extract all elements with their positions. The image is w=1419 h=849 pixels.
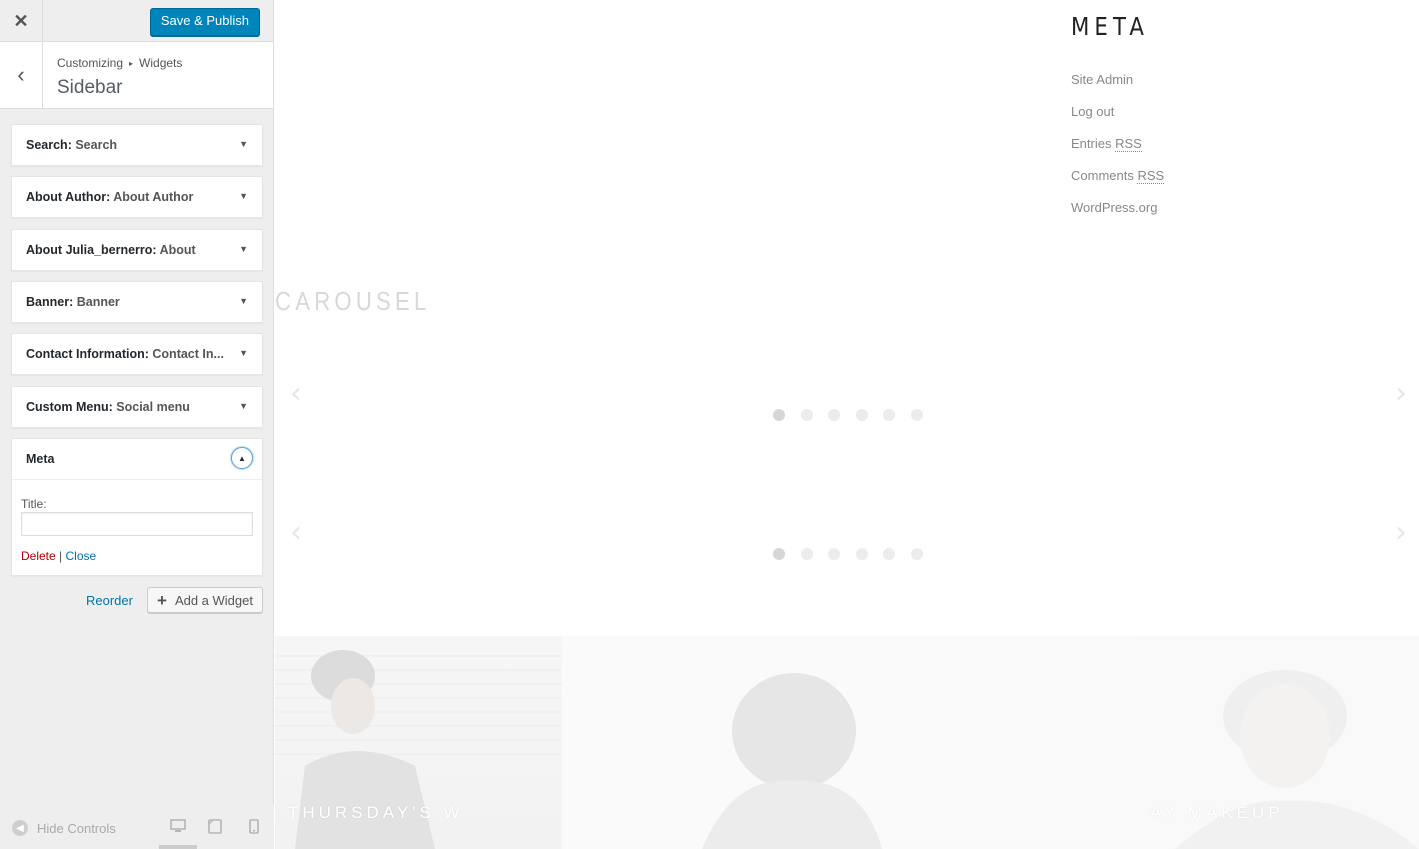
carousel-next-arrow-icon[interactable]: › bbox=[1395, 376, 1407, 411]
carousel-dot[interactable] bbox=[800, 409, 813, 421]
mobile-preview-icon[interactable] bbox=[249, 819, 259, 839]
widget-meta: Meta ▲ Title: Delete | Close bbox=[11, 438, 263, 576]
add-widget-button[interactable]: + Add a Widget bbox=[147, 587, 263, 613]
breadcrumb-item: Widgets bbox=[139, 56, 183, 70]
widget-title: About Julia_bernerro: About bbox=[26, 243, 196, 257]
widget-contact-information[interactable]: Contact Information: Contact In... ▼ bbox=[11, 333, 263, 375]
comments-rss-link[interactable]: Comments RSS bbox=[1071, 168, 1165, 184]
widget-title: Search: Search bbox=[26, 138, 118, 152]
post-image-2[interactable] bbox=[562, 636, 1135, 849]
hide-controls-label: Hide Controls bbox=[37, 820, 116, 836]
breadcrumb: Customizing ▸ Widgets bbox=[57, 56, 182, 70]
caret-up-icon[interactable]: ▲ bbox=[231, 447, 253, 469]
widget-title-input[interactable] bbox=[21, 512, 253, 536]
carousel-dots bbox=[773, 548, 938, 560]
widget-header[interactable]: About Julia_bernerro: About ▼ bbox=[12, 230, 262, 270]
carousel-dot[interactable] bbox=[828, 548, 840, 560]
site-preview: META Site Admin Log out Entries RSS Comm… bbox=[275, 0, 1419, 849]
breadcrumb-separator-icon: ▸ bbox=[129, 59, 134, 68]
caret-down-icon[interactable]: ▼ bbox=[239, 139, 248, 149]
carousel-dot[interactable] bbox=[773, 409, 785, 421]
widget-search[interactable]: Search: Search ▼ bbox=[11, 124, 263, 166]
carousel-dot[interactable] bbox=[855, 409, 868, 421]
delete-widget-link[interactable]: Delete bbox=[21, 549, 56, 563]
carousel-dot[interactable] bbox=[855, 548, 868, 560]
widget-title: Custom Menu: Social menu bbox=[26, 400, 190, 414]
widget-header[interactable]: Contact Information: Contact In... ▼ bbox=[12, 334, 262, 374]
save-publish-button[interactable]: Save & Publish bbox=[149, 8, 260, 36]
actions-separator: | bbox=[59, 549, 63, 563]
post-caption: AY MAKEUP bbox=[1150, 803, 1284, 822]
carousel-dot[interactable] bbox=[828, 409, 840, 421]
site-admin-link[interactable]: Site Admin bbox=[1071, 72, 1133, 87]
entries-rss-link[interactable]: Entries RSS bbox=[1071, 136, 1142, 152]
customizer-sidebar: ✕ Save & Publish ‹ Customizing ▸ Widgets S… bbox=[0, 0, 274, 849]
chevron-left-icon: ‹ bbox=[17, 62, 25, 87]
carousel-prev-arrow-icon[interactable]: ‹ bbox=[290, 515, 302, 550]
caret-down-icon[interactable]: ▼ bbox=[239, 348, 248, 358]
carousel-dot[interactable] bbox=[910, 409, 923, 421]
post-image-1[interactable]: THURSDAY'S W bbox=[275, 636, 562, 849]
carousel-heading: CAROUSEL bbox=[275, 286, 431, 316]
widget-title: Meta bbox=[26, 452, 55, 466]
plus-icon: + bbox=[157, 590, 167, 610]
widget-banner[interactable]: Banner: Banner ▼ bbox=[11, 281, 263, 323]
widget-header[interactable]: Custom Menu: Social menu ▼ bbox=[12, 387, 262, 427]
carousel-dot[interactable] bbox=[910, 548, 923, 560]
caret-down-icon[interactable]: ▼ bbox=[239, 296, 248, 306]
carousel-next-arrow-icon[interactable]: › bbox=[1395, 515, 1407, 550]
carousel-prev-arrow-icon[interactable]: ‹ bbox=[290, 376, 302, 411]
widget-header[interactable]: Search: Search ▼ bbox=[12, 125, 262, 165]
post-caption: THURSDAY'S W bbox=[288, 803, 464, 822]
breadcrumb-item: Customizing bbox=[57, 56, 124, 70]
log-out-link[interactable]: Log out bbox=[1071, 104, 1114, 119]
close-icon: ✕ bbox=[13, 10, 29, 31]
widget-header[interactable]: Banner: Banner ▼ bbox=[12, 282, 262, 322]
widget-title: Contact Information: Contact In... bbox=[26, 347, 224, 361]
close-widget-link[interactable]: Close bbox=[66, 549, 97, 563]
caret-down-icon[interactable]: ▼ bbox=[239, 244, 248, 254]
back-button[interactable]: ‹ bbox=[0, 42, 43, 108]
carousel-dots bbox=[773, 409, 938, 421]
title-field-label: Title: bbox=[21, 497, 47, 511]
carousel-dot[interactable] bbox=[773, 548, 785, 560]
customizer-footer: ◀ Hide Controls bbox=[0, 804, 274, 849]
wordpress-org-link[interactable]: WordPress.org bbox=[1071, 200, 1157, 215]
caret-down-icon[interactable]: ▼ bbox=[239, 401, 248, 411]
post-image-3[interactable]: AY MAKEUP bbox=[1135, 636, 1419, 849]
widget-title: Banner: Banner bbox=[26, 295, 120, 309]
carousel-dot[interactable] bbox=[883, 548, 895, 560]
desktop-preview-icon[interactable] bbox=[170, 819, 186, 838]
widget-title: About Author: About Author bbox=[26, 190, 194, 204]
reorder-link[interactable]: Reorder bbox=[86, 593, 133, 608]
section-header: ‹ Customizing ▸ Widgets Sidebar bbox=[0, 42, 273, 109]
close-customizer-button[interactable]: ✕ bbox=[0, 0, 43, 42]
arrow-left-circle-icon: ◀ bbox=[12, 820, 28, 836]
customizer-header: ✕ Save & Publish bbox=[0, 0, 273, 42]
widget-about-author[interactable]: About Author: About Author ▼ bbox=[11, 176, 263, 218]
meta-widget-heading: META bbox=[1071, 12, 1150, 41]
carousel-dot[interactable] bbox=[800, 548, 813, 560]
widget-actions: Delete | Close bbox=[21, 549, 96, 563]
widget-about-julia[interactable]: About Julia_bernerro: About ▼ bbox=[11, 229, 263, 271]
widget-custom-menu[interactable]: Custom Menu: Social menu ▼ bbox=[11, 386, 263, 428]
hide-controls-button[interactable]: ◀ Hide Controls bbox=[12, 820, 116, 836]
carousel-dot[interactable] bbox=[883, 409, 895, 421]
tablet-preview-icon[interactable] bbox=[208, 819, 222, 839]
widget-header[interactable]: Meta ▲ bbox=[12, 439, 262, 480]
caret-down-icon[interactable]: ▼ bbox=[239, 191, 248, 201]
add-widget-label: Add a Widget bbox=[174, 592, 253, 608]
active-device-indicator bbox=[159, 845, 197, 849]
widget-header[interactable]: About Author: About Author ▼ bbox=[12, 177, 262, 217]
section-title: Sidebar bbox=[57, 77, 123, 98]
